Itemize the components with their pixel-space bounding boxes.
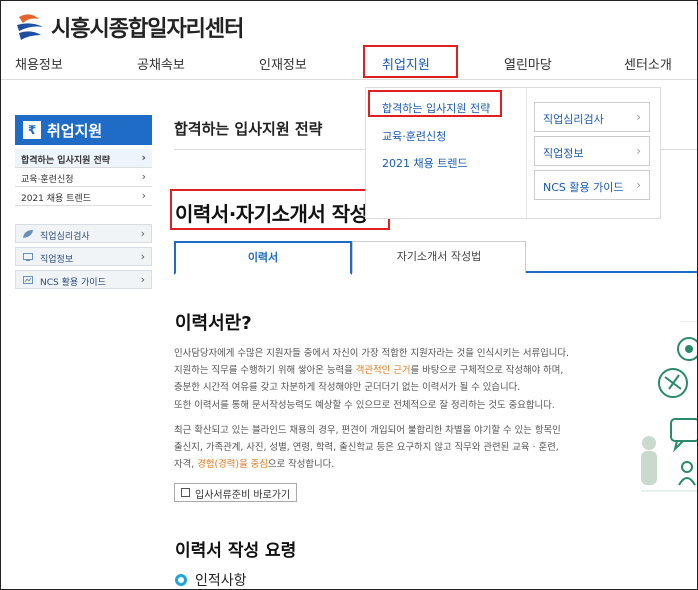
- dropdown-link-trends[interactable]: 2021 채용 트렌드: [382, 155, 468, 171]
- sub-page-title: 합격하는 입사지원 전략: [174, 120, 323, 138]
- dropdown-box-aptitude-test[interactable]: 직업심리검사 ›: [534, 102, 650, 132]
- sidebar-item-label: 교육·훈련신청: [21, 175, 74, 185]
- gnb-item-employment-support[interactable]: 취업지원: [382, 54, 430, 73]
- gnb-dropdown-panel: 합격하는 입사지원 전략 교육·훈련신청 2021 채용 트렌드 직업심리검사 ›…: [365, 87, 661, 219]
- gnb-item-recruit-news[interactable]: 공채속보: [137, 54, 185, 73]
- sidebar-sub-label: 직업정보: [40, 255, 74, 265]
- dropdown-box-label: 직업심리검사: [543, 113, 604, 126]
- highlight-text: 객관적인 근거: [355, 365, 411, 377]
- sidebar-sub-label: 직업심리검사: [40, 232, 90, 242]
- monitor-icon: [23, 253, 33, 261]
- chevron-right-icon: ›: [140, 227, 145, 240]
- paragraph-line: 지원하는 직무를 수행하기 위해 쌓아온 능력을 객관적인 근거를 바탕으로 구…: [174, 362, 634, 379]
- sidebar-sub-label: NCS 활용 가이드: [40, 278, 106, 288]
- chevron-right-icon: ›: [140, 250, 145, 263]
- global-nav: 채용정보 공채속보 인재정보 취업지원 열린마당 센터소개: [1, 51, 697, 75]
- chevron-right-icon: ›: [636, 110, 641, 124]
- text-span: 지원하는 직무를 수행하기 위해 쌓아온 능력을: [174, 365, 356, 377]
- chevron-right-icon: ›: [636, 144, 641, 158]
- sidebar-title-icon: ₹: [23, 121, 41, 139]
- gnb-item-center-intro[interactable]: 센터소개: [624, 54, 672, 73]
- header-divider: [1, 79, 697, 80]
- chevron-right-icon: ›: [636, 178, 641, 192]
- text-span: 를 바탕으로 구체적으로 작성해야 하며,: [410, 365, 564, 377]
- sidebar-title-label: 취업지원: [47, 121, 103, 140]
- blind-hiring-text: 최근 확산되고 있는 블라인드 채용의 경우, 편견이 개입되어 불합리한 차별…: [174, 422, 634, 474]
- paragraph-line: 최근 확산되고 있는 블라인드 채용의 경우, 편견이 개입되어 불합리한 차별…: [174, 425, 561, 436]
- text-span: 자격,: [174, 459, 198, 471]
- sidebar-menu: 합격하는 입사지원 전략 › 교육·훈련신청 › 2021 채용 트렌드 ›: [15, 149, 152, 206]
- dropdown-divider: [526, 88, 527, 218]
- dropdown-link-training[interactable]: 교육·훈련신청: [382, 128, 446, 144]
- gnb-item-jobs[interactable]: 채용정보: [15, 54, 63, 73]
- chevron-right-icon: ›: [141, 189, 146, 202]
- career-illustration: [641, 321, 697, 492]
- site-logo[interactable]: 시흥시종합일자리센터: [15, 11, 244, 43]
- paragraph-line: 자격, 경험(경력)을 중심으로 작성합니다.: [174, 456, 634, 473]
- circle-bullet-icon: [175, 574, 187, 586]
- sidebar-sub-aptitude-test[interactable]: 직업심리검사 ›: [15, 224, 152, 243]
- gnb-item-open-forum[interactable]: 열린마당: [504, 54, 552, 73]
- link-button-label: 입사서류준비 바로가기: [195, 490, 291, 501]
- chevron-right-icon: ›: [141, 170, 146, 183]
- leaf-icon: [23, 230, 33, 238]
- chart-icon: [23, 276, 33, 284]
- site-name: 시흥시종합일자리센터: [51, 17, 244, 42]
- document-prep-link-button[interactable]: 입사서류준비 바로가기: [174, 483, 298, 502]
- sidebar-item-application-strategy[interactable]: 합격하는 입사지원 전략 ›: [15, 149, 152, 168]
- sidebar-title: ₹ 취업지원: [15, 115, 152, 145]
- sidebar-item-trends[interactable]: 2021 채용 트렌드 ›: [15, 187, 152, 206]
- bullet-heading: 인적사항: [175, 570, 247, 589]
- sidebar-item-label: 2021 채용 트렌드: [21, 194, 92, 204]
- page-frame: 시흥시종합일자리센터 채용정보 공채속보 인재정보 취업지원 열린마당 센터소개…: [0, 0, 698, 590]
- dropdown-box-label: NCS 활용 가이드: [543, 181, 624, 194]
- sidebar-item-label: 합격하는 입사지원 전략: [21, 156, 111, 166]
- dropdown-box-job-info[interactable]: 직업정보 ›: [534, 136, 650, 166]
- paragraph-line: 충분한 시간적 여유를 갖고 차분하게 작성해야만 군더더기 없는 이력서가 될…: [174, 382, 521, 394]
- resume-definition-text: 인사담당자에게 수많은 지원자들 중에서 자신이 가장 적합한 지원자라는 것을…: [174, 345, 634, 414]
- paragraph-line: 출신지, 가족관계, 사진, 성별, 연령, 학력, 출신학교 등은 요구하지 …: [174, 442, 559, 454]
- logo-mark-icon: [15, 13, 45, 41]
- sidebar-sub-ncs-guide[interactable]: NCS 활용 가이드 ›: [15, 270, 152, 289]
- paragraph-line: 또한 이력서를 통해 문서작성능력도 예상할 수 있으므로 전체적으로 잘 정리…: [174, 399, 555, 411]
- content-tabs: 자기소개서 작성법 이력서: [174, 241, 697, 275]
- section-title: 이력서란?: [175, 313, 252, 334]
- sidebar-item-training[interactable]: 교육·훈련신청 ›: [15, 168, 152, 187]
- chevron-right-icon: ›: [140, 273, 145, 286]
- dropdown-box-ncs-guide[interactable]: NCS 활용 가이드 ›: [534, 170, 650, 200]
- page-title: 이력서·자기소개서 작성: [175, 202, 368, 226]
- gnb-item-talent[interactable]: 인재정보: [259, 54, 307, 73]
- text-span: 으로 작성합니다.: [267, 459, 335, 471]
- dropdown-box-label: 직업정보: [543, 147, 584, 160]
- highlight-text: 경험(경력)을 중심: [197, 459, 268, 471]
- sidebar-sub-job-info[interactable]: 직업정보 ›: [15, 247, 152, 266]
- section-title-2: 이력서 작성 요령: [175, 541, 297, 561]
- bullet-heading-label: 인적사항: [195, 573, 247, 589]
- external-link-icon: [181, 488, 190, 497]
- dropdown-link-application-strategy[interactable]: 합격하는 입사지원 전략: [382, 100, 490, 116]
- chevron-right-icon: ›: [141, 151, 146, 164]
- tab-cover-letter[interactable]: 자기소개서 작성법: [352, 241, 526, 273]
- tab-resume[interactable]: 이력서: [174, 241, 352, 275]
- paragraph-line: 인사담당자에게 수많은 지원자들 중에서 자신이 가장 적합한 지원자라는 것을…: [174, 348, 570, 359]
